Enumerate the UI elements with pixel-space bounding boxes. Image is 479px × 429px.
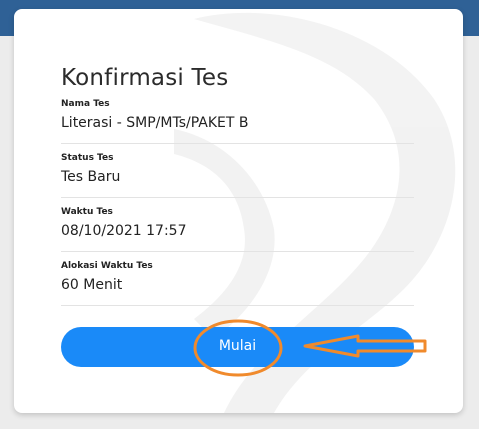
test-name-field: Nama Tes Literasi - SMP/MTs/PAKET B [61, 99, 414, 144]
test-time-label: Waktu Tes [61, 207, 113, 217]
test-time-value: 08/10/2021 17:57 [61, 223, 187, 239]
test-duration-field: Alokasi Waktu Tes 60 Menit [61, 261, 414, 306]
test-status-label: Status Tes [61, 153, 114, 163]
dialog-title: Konfirmasi Tes [61, 65, 229, 91]
test-name-label: Nama Tes [61, 99, 110, 109]
start-test-button-label: Mulai [218, 338, 257, 354]
test-status-field: Status Tes Tes Baru [61, 153, 414, 198]
test-time-field: Waktu Tes 08/10/2021 17:57 [61, 207, 414, 252]
start-test-button[interactable]: Mulai [61, 327, 414, 367]
test-duration-label: Alokasi Waktu Tes [61, 261, 153, 271]
test-status-value: Tes Baru [61, 169, 121, 185]
test-name-value: Literasi - SMP/MTs/PAKET B [61, 115, 249, 131]
test-duration-value: 60 Menit [61, 277, 123, 293]
